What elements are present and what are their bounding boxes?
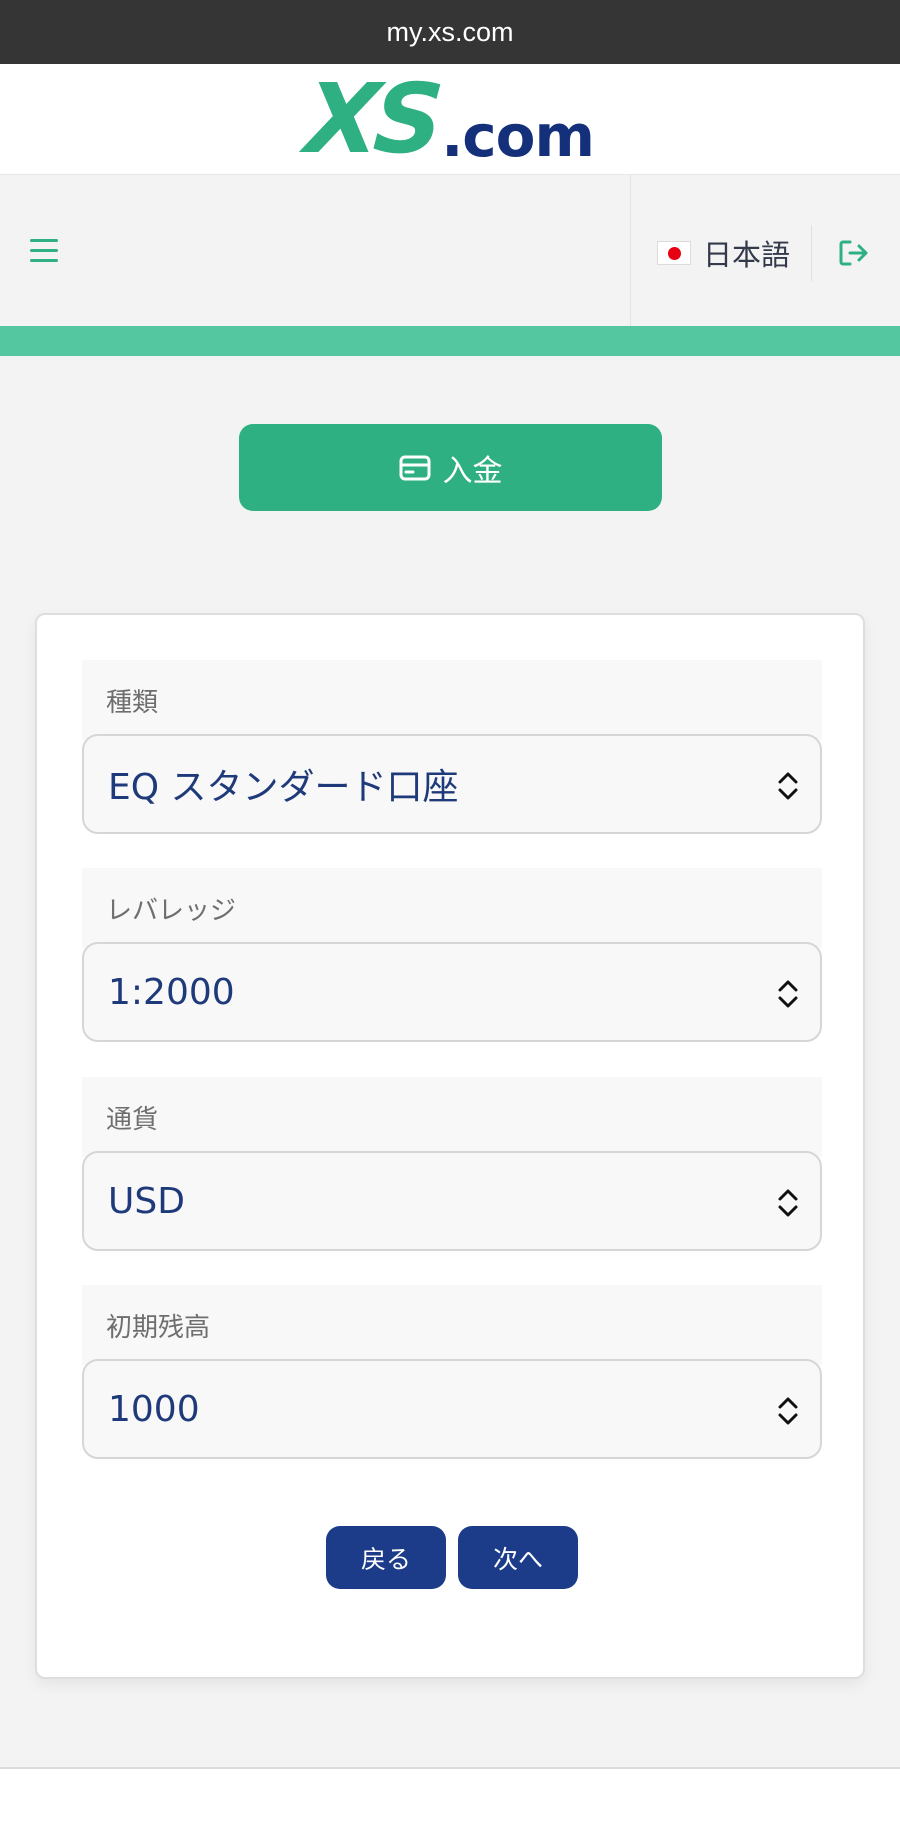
next-button[interactable]: 次へ — [458, 1526, 578, 1589]
field-label: レバレッジ — [82, 868, 822, 948]
chevron-up-down-icon — [778, 1189, 798, 1217]
top-nav: 日本語 — [0, 174, 900, 327]
chevron-up-down-icon — [778, 980, 798, 1008]
footer — [0, 1767, 900, 1837]
browser-url-bar[interactable]: my.xs.com — [0, 0, 900, 64]
back-button[interactable]: 戻る — [326, 1526, 446, 1589]
currency-select[interactable]: USD — [82, 1151, 822, 1251]
chevron-up-down-icon — [778, 772, 798, 800]
select-value: 1:2000 — [108, 971, 235, 1013]
field-initial-balance: 初期残高 1000 — [82, 1285, 822, 1459]
field-label: 通貨 — [82, 1077, 822, 1157]
hamburger-icon[interactable] — [30, 239, 58, 263]
field-type: 種類 EQ スタンダード口座 — [82, 660, 822, 834]
field-label: 種類 — [82, 660, 822, 740]
select-value: EQ スタンダード口座 — [108, 767, 459, 808]
language-label: 日本語 — [703, 238, 791, 272]
progress-bar — [0, 326, 900, 356]
language-selector[interactable]: 日本語 — [657, 233, 790, 273]
logo-suffix: .com — [441, 102, 595, 170]
select-value: 1000 — [108, 1388, 200, 1430]
logo-mark: XS — [302, 63, 442, 175]
xs-logo[interactable]: XS .com — [302, 63, 595, 175]
deposit-button[interactable]: 入金 — [239, 424, 662, 511]
account-form-card: 種類 EQ スタンダード口座 レバレッジ 1:2000 通貨 USD 初期残高 … — [35, 613, 865, 1679]
field-label: 初期残高 — [82, 1285, 822, 1365]
field-currency: 通貨 USD — [82, 1077, 822, 1251]
nav-divider — [811, 225, 812, 281]
header-logo-bar: XS .com — [0, 63, 900, 175]
logout-icon[interactable] — [837, 237, 871, 269]
credit-card-icon — [399, 455, 431, 481]
initial-balance-select[interactable]: 1000 — [82, 1359, 822, 1459]
chevron-up-down-icon — [778, 1397, 798, 1425]
url-text: my.xs.com — [386, 16, 514, 47]
leverage-select[interactable]: 1:2000 — [82, 942, 822, 1042]
account-type-select[interactable]: EQ スタンダード口座 — [82, 734, 822, 834]
form-buttons: 戻る 次へ — [37, 1526, 867, 1590]
field-leverage: レバレッジ 1:2000 — [82, 868, 822, 1042]
deposit-label: 入金 — [442, 453, 503, 489]
select-value: USD — [108, 1180, 185, 1222]
japan-flag-icon — [657, 241, 691, 265]
nav-right-panel: 日本語 — [630, 175, 900, 327]
